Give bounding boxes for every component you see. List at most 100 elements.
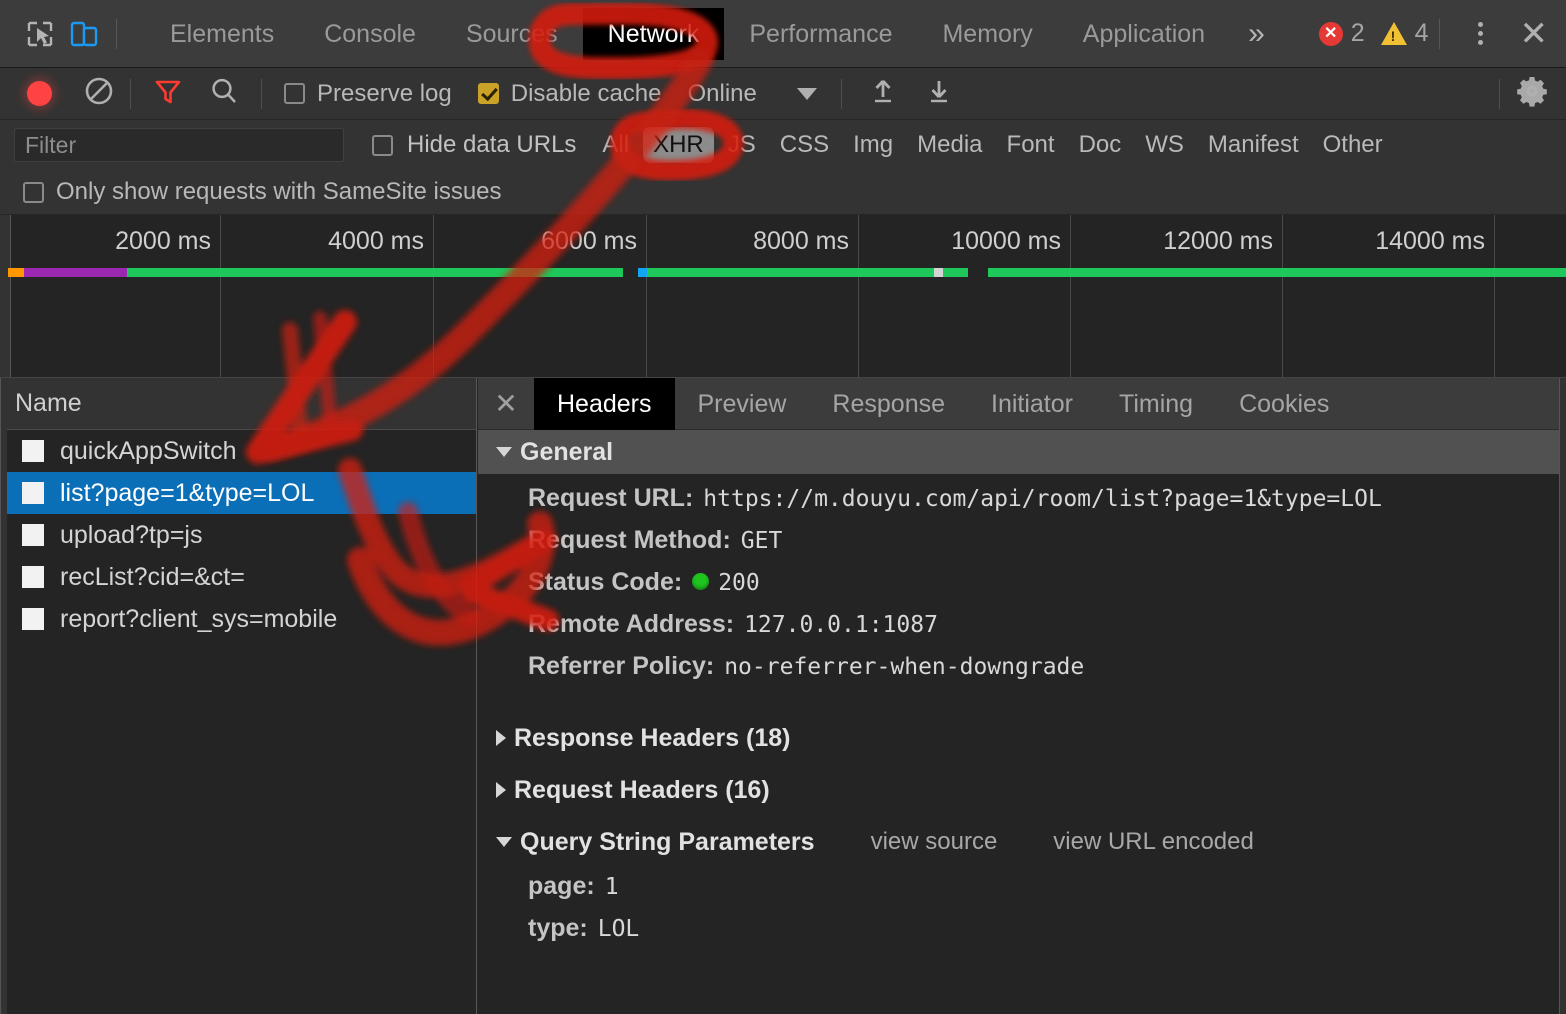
panel-tabs: Elements Console Sources Network Perform… bbox=[145, 0, 1283, 67]
referrer-policy-key: Referrer Policy: bbox=[528, 652, 715, 680]
close-details-icon[interactable]: ✕ bbox=[478, 378, 534, 430]
query-string-section[interactable]: Query String Parameters view source view… bbox=[478, 820, 1566, 864]
query-param-key: type: bbox=[528, 914, 588, 942]
referrer-policy-row: Referrer Policy: no-referrer-when-downgr… bbox=[478, 652, 1566, 694]
query-param-row: page: 1 bbox=[478, 872, 1566, 914]
request-row-list[interactable]: list?page=1&type=LOL bbox=[0, 472, 476, 514]
more-tabs-icon[interactable]: » bbox=[1230, 11, 1283, 57]
status-code-row: Status Code: 200 bbox=[478, 568, 1566, 610]
chevron-down-icon bbox=[496, 837, 512, 847]
tab-preview[interactable]: Preview bbox=[675, 378, 810, 430]
request-method-value: GET bbox=[740, 528, 783, 554]
view-url-encoded-link[interactable]: view URL encoded bbox=[1053, 828, 1254, 856]
tab-console[interactable]: Console bbox=[299, 8, 441, 60]
error-count-badge[interactable]: ✕ 2 bbox=[1318, 19, 1365, 48]
search-icon[interactable] bbox=[209, 76, 239, 111]
inspect-element-icon[interactable] bbox=[18, 11, 62, 57]
remote-address-row: Remote Address: 127.0.0.1:1087 bbox=[478, 610, 1566, 652]
tab-cookies[interactable]: Cookies bbox=[1216, 378, 1352, 430]
toolbar-divider-1 bbox=[130, 78, 131, 109]
general-section-header[interactable]: General bbox=[478, 430, 1566, 474]
tab-network[interactable]: Network bbox=[582, 7, 725, 60]
tab-application[interactable]: Application bbox=[1058, 8, 1230, 60]
file-icon bbox=[22, 440, 44, 462]
gear-icon[interactable] bbox=[1516, 75, 1548, 112]
type-filter-manifest[interactable]: Manifest bbox=[1198, 127, 1309, 163]
samesite-box bbox=[23, 181, 44, 203]
error-count-label: 2 bbox=[1350, 19, 1365, 47]
samesite-label: Only show requests with SameSite issues bbox=[56, 178, 502, 205]
request-name: list?page=1&type=LOL bbox=[60, 478, 315, 507]
samesite-checkbox[interactable]: Only show requests with SameSite issues bbox=[23, 178, 502, 206]
type-filter-doc[interactable]: Doc bbox=[1069, 127, 1132, 163]
file-icon bbox=[22, 524, 44, 546]
request-name: recList?cid=&ct= bbox=[60, 562, 245, 591]
throttling-value: Online bbox=[687, 79, 757, 107]
tab-elements[interactable]: Elements bbox=[145, 8, 299, 60]
tab-response[interactable]: Response bbox=[809, 378, 968, 430]
hide-data-urls-label: Hide data URLs bbox=[407, 131, 577, 158]
export-har-icon[interactable] bbox=[924, 76, 954, 111]
type-filter-xhr[interactable]: XHR bbox=[643, 127, 714, 163]
tabstrip-status-area: ✕ 2 4 ✕ bbox=[1318, 0, 1566, 67]
overview-tick-label: 14000 ms bbox=[1375, 227, 1485, 255]
query-param-row: type: LOL bbox=[478, 914, 1566, 956]
warning-icon bbox=[1380, 22, 1407, 45]
clear-button[interactable] bbox=[84, 76, 114, 111]
file-icon bbox=[22, 566, 44, 588]
type-filter-font[interactable]: Font bbox=[997, 127, 1065, 163]
type-filter-all[interactable]: All bbox=[592, 127, 639, 163]
request-row-reclist[interactable]: recList?cid=&ct= bbox=[0, 556, 476, 598]
record-button[interactable] bbox=[27, 81, 52, 106]
request-name: quickAppSwitch bbox=[60, 436, 237, 465]
import-har-icon[interactable] bbox=[868, 76, 898, 111]
view-source-link[interactable]: view source bbox=[871, 828, 998, 856]
left-edge-rail bbox=[0, 378, 7, 1014]
tabstrip-divider bbox=[116, 18, 117, 49]
hide-data-urls-box bbox=[372, 134, 393, 156]
warning-count-badge[interactable]: 4 bbox=[1380, 19, 1429, 48]
preserve-log-checkbox[interactable]: Preserve log bbox=[284, 80, 452, 108]
tab-headers[interactable]: Headers bbox=[534, 378, 675, 430]
type-filter-css[interactable]: CSS bbox=[770, 127, 839, 163]
hide-data-urls-checkbox[interactable]: Hide data URLs bbox=[372, 131, 576, 159]
devtools-window: Elements Console Sources Network Perform… bbox=[0, 0, 1566, 1014]
tab-initiator[interactable]: Initiator bbox=[968, 378, 1096, 430]
filter-input[interactable] bbox=[14, 128, 344, 162]
type-filter-js[interactable]: JS bbox=[718, 127, 766, 163]
request-row-report[interactable]: report?client_sys=mobile bbox=[0, 598, 476, 640]
device-toolbar-icon[interactable] bbox=[62, 11, 106, 57]
network-action-toolbar: Preserve log Disable cache Online bbox=[0, 68, 1566, 120]
filter-funnel-icon[interactable] bbox=[153, 76, 183, 111]
overview-left-rail bbox=[0, 215, 11, 377]
resource-type-filters: All XHR JS CSS Img Media Font Doc WS Man… bbox=[592, 127, 1392, 163]
query-param-value: 1 bbox=[604, 874, 619, 900]
right-edge-rail bbox=[1559, 378, 1566, 1014]
throttling-select[interactable]: Online bbox=[687, 79, 817, 108]
tab-performance[interactable]: Performance bbox=[724, 8, 917, 60]
file-icon bbox=[22, 608, 44, 630]
overview-tick-label: 8000 ms bbox=[753, 227, 849, 255]
kebab-menu-icon[interactable] bbox=[1458, 22, 1504, 45]
request-method-key: Request Method: bbox=[528, 526, 731, 554]
request-headers-section[interactable]: Request Headers (16) bbox=[478, 768, 1566, 812]
type-filter-other[interactable]: Other bbox=[1313, 127, 1393, 163]
disable-cache-label: Disable cache bbox=[510, 79, 662, 107]
network-overview-timeline[interactable]: 2000 ms 4000 ms 6000 ms 8000 ms 10000 ms… bbox=[0, 215, 1566, 378]
type-filter-img[interactable]: Img bbox=[843, 127, 903, 163]
overview-gridline bbox=[1494, 215, 1495, 377]
query-param-key: page: bbox=[528, 872, 595, 900]
query-string-params: page: 1 type: LOL bbox=[478, 872, 1566, 956]
close-icon[interactable]: ✕ bbox=[1520, 17, 1549, 51]
request-row-quickappswitch[interactable]: quickAppSwitch bbox=[0, 430, 476, 472]
overview-gridline bbox=[1070, 215, 1071, 377]
request-row-upload[interactable]: upload?tp=js bbox=[0, 514, 476, 556]
disable-cache-checkbox[interactable]: Disable cache bbox=[477, 79, 662, 108]
response-headers-section[interactable]: Response Headers (18) bbox=[478, 716, 1566, 760]
tab-memory[interactable]: Memory bbox=[917, 8, 1057, 60]
type-filter-ws[interactable]: WS bbox=[1135, 127, 1194, 163]
referrer-policy-value: no-referrer-when-downgrade bbox=[724, 654, 1085, 680]
tab-sources[interactable]: Sources bbox=[441, 8, 583, 60]
type-filter-media[interactable]: Media bbox=[907, 127, 992, 163]
tab-timing[interactable]: Timing bbox=[1096, 378, 1216, 430]
